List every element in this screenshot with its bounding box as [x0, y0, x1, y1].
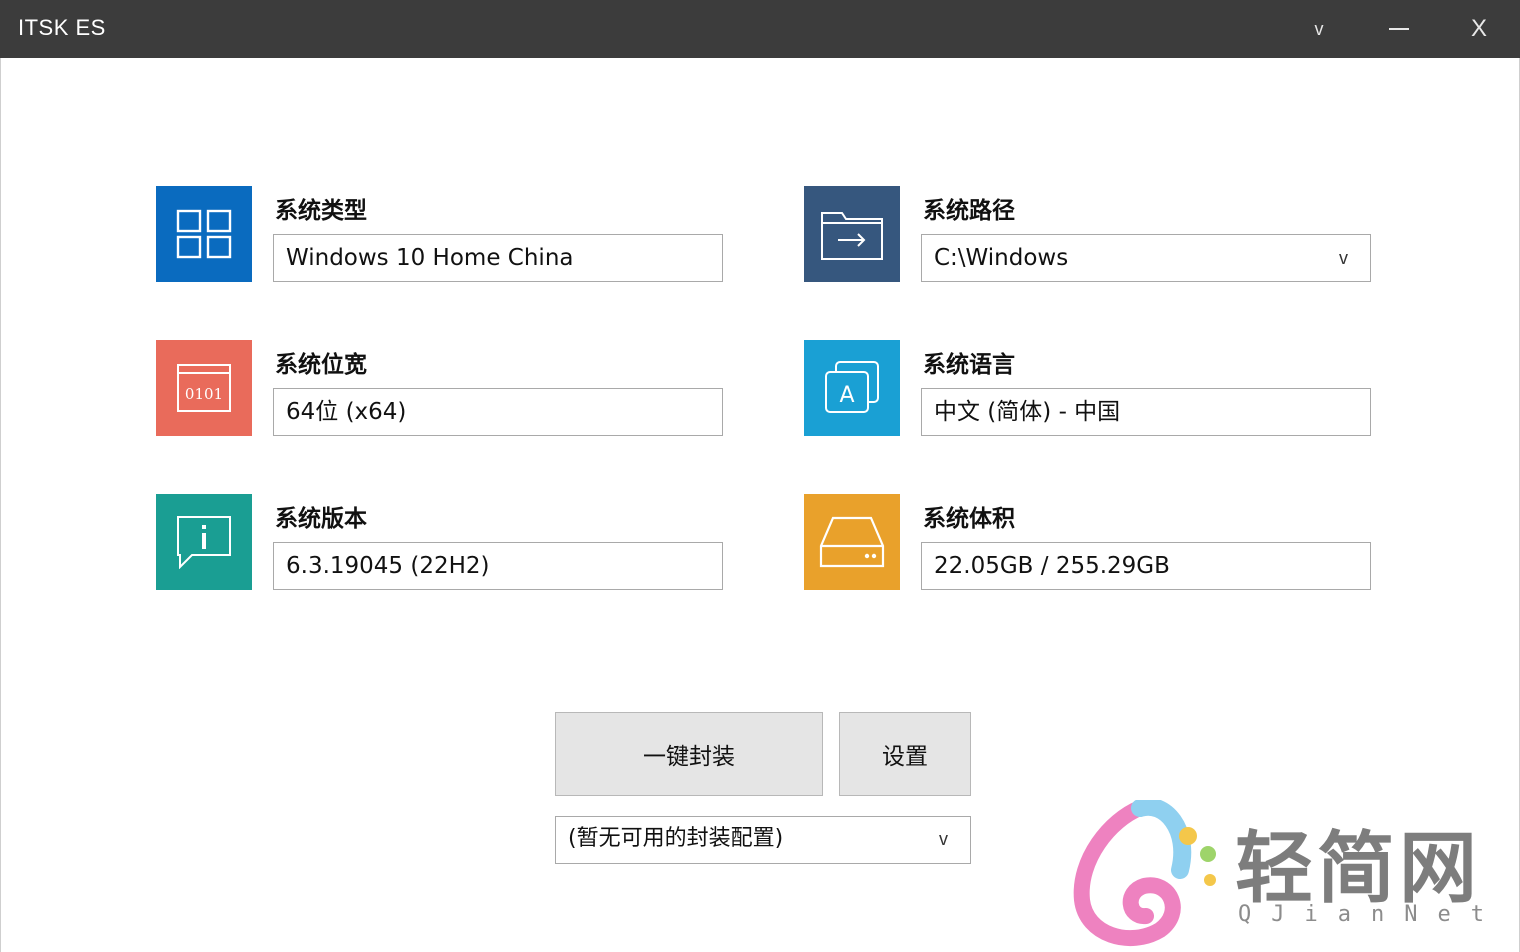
- system-language-field: 中文 (简体) - 中国: [921, 388, 1371, 436]
- system-bitness-field: 64位 (x64): [273, 388, 723, 436]
- watermark-subtext: QJianNet: [1238, 902, 1504, 927]
- one-click-package-button[interactable]: 一键封装: [555, 712, 823, 796]
- system-path-label: 系统路径: [923, 198, 1015, 224]
- windows-icon: [156, 186, 252, 282]
- folder-arrow-icon: [804, 186, 900, 282]
- drive-icon: [804, 494, 900, 590]
- system-path-dropdown[interactable]: C:\Windows v: [921, 234, 1371, 282]
- close-button[interactable]: X: [1444, 0, 1514, 58]
- system-size-label: 系统体积: [923, 506, 1015, 532]
- language-icon: A: [804, 340, 900, 436]
- package-config-select[interactable]: (暂无可用的封装配置) v: [555, 816, 971, 864]
- info-icon: [156, 494, 252, 590]
- system-path-value: C:\Windows: [934, 245, 1069, 271]
- system-type-value: Windows 10 Home China: [286, 245, 574, 271]
- swirl-logo-icon: [1073, 800, 1216, 946]
- system-bitness-value: 64位 (x64): [286, 399, 407, 425]
- system-bitness-label: 系统位宽: [275, 352, 367, 378]
- system-version-field: 6.3.19045 (22H2): [273, 542, 723, 590]
- chevron-down-icon[interactable]: v: [1284, 0, 1354, 58]
- system-language-value: 中文 (简体) - 中国: [934, 399, 1121, 425]
- title-bar: ITSK ES v X: [0, 0, 1520, 58]
- system-size-field: 22.05GB / 255.29GB: [921, 542, 1371, 590]
- svg-text:0101: 0101: [185, 385, 223, 403]
- system-language-label: 系统语言: [923, 352, 1015, 378]
- settings-button[interactable]: 设置: [839, 712, 971, 796]
- window-title: ITSK ES: [18, 15, 106, 40]
- system-version-label: 系统版本: [275, 506, 367, 532]
- package-config-value: (暂无可用的封装配置): [568, 826, 784, 851]
- svg-text:A: A: [839, 383, 854, 408]
- system-size-value: 22.05GB / 255.29GB: [934, 553, 1170, 579]
- system-type-label: 系统类型: [275, 198, 367, 224]
- system-type-field: Windows 10 Home China: [273, 234, 723, 282]
- watermark-logo: 轻简网 QJianNet: [1070, 800, 1500, 948]
- system-version-value: 6.3.19045 (22H2): [286, 553, 490, 579]
- chevron-down-icon: v: [939, 829, 948, 849]
- minimize-icon: [1389, 28, 1409, 30]
- minimize-button[interactable]: [1364, 0, 1434, 58]
- binary-window-icon: 0101: [156, 340, 252, 436]
- chevron-down-icon: v: [1339, 248, 1348, 268]
